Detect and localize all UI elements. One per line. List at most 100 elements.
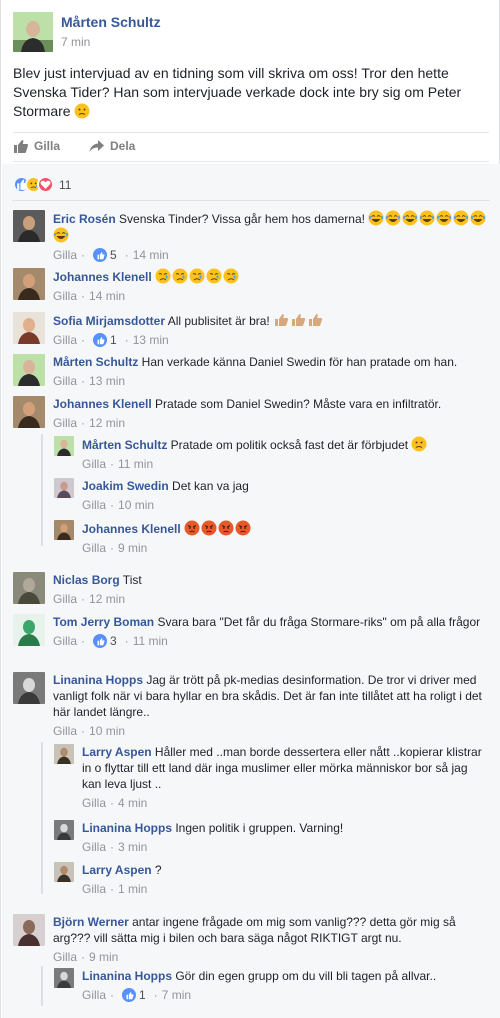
commenter-name[interactable]: Johannes Klenell [53,270,152,284]
reply-thread-line [41,966,43,1006]
commenter-name[interactable]: Niclas Borg [53,573,120,587]
comment-like-link[interactable]: Gilla [53,723,77,739]
comment-like-count[interactable]: 3 [93,633,117,649]
angry-emoji-icon [235,520,251,536]
commenter-avatar[interactable] [13,312,45,344]
commenter-avatar[interactable] [13,396,45,428]
comment-text: All publisitet är bra! [165,314,270,328]
comment-like-link[interactable]: Gilla [53,591,77,607]
commenter-name[interactable]: Larry Aspen [82,863,152,877]
separator-dot: · [81,724,86,738]
comment-like-link[interactable]: Gilla [82,881,106,897]
comment-meta: Gilla · 12 min [53,415,489,431]
commenter-name[interactable]: Joakim Swedin [82,479,169,493]
separator-dot: · [124,634,129,648]
commenter-name[interactable]: Tom Jerry Boman [53,615,154,629]
comment-like-link[interactable]: Gilla [82,839,106,855]
commenter-avatar[interactable] [13,354,45,386]
comment-meta: Gilla · 11 min [82,456,484,472]
commenter-name[interactable]: Larry Aspen [82,745,152,759]
comment-timestamp[interactable]: 12 min [89,591,125,607]
comment-timestamp[interactable]: 11 min [133,633,168,649]
comment-content: Mårten Schultz Pratade om politik också … [82,436,484,453]
post-author-name[interactable]: Mårten Schultz [61,14,161,30]
commenter-name[interactable]: Sofia Mirjamsdotter [53,314,165,328]
comment-like-link[interactable]: Gilla [53,247,77,263]
comment-timestamp[interactable]: 14 min [133,247,169,263]
commenter-avatar[interactable] [54,744,74,764]
cry-emoji-icon [189,268,205,284]
like-icon [93,333,108,347]
commenter-name[interactable]: Linanina Hopps [82,821,172,835]
separator-dot: · [110,498,115,512]
commenter-name[interactable]: Mårten Schultz [53,355,138,369]
worried-emoji-icon [411,436,427,452]
commenter-avatar[interactable] [13,210,45,242]
reactions-summary[interactable]: 11 [13,176,71,193]
post-timestamp[interactable]: 7 min [61,35,90,49]
commenter-avatar[interactable] [13,914,45,946]
comment-timestamp[interactable]: 10 min [118,497,154,513]
comment-like-link[interactable]: Gilla [82,456,106,472]
commenter-name[interactable]: Linanina Hopps [53,673,143,687]
post-author-avatar[interactable] [13,12,53,52]
comment-like-link[interactable]: Gilla [53,373,77,389]
reply-thread-line [41,434,43,546]
comment-content: Mårten Schultz Han verkade känna Daniel … [53,354,489,370]
commenter-avatar[interactable] [54,436,74,456]
comment-like-link[interactable]: Gilla [53,415,77,431]
comment-timestamp[interactable]: 3 min [118,839,147,855]
comment-timestamp[interactable]: 1 min [118,881,147,897]
like-button[interactable]: Gilla [13,139,60,153]
separator-dot: · [81,289,86,303]
comment-like-count[interactable]: 1 [93,332,117,348]
comment-timestamp[interactable]: 10 min [89,723,125,739]
commenter-name[interactable]: Johannes Klenell [53,397,152,411]
separator-dot: · [124,248,129,262]
comment-timestamp[interactable]: 7 min [162,987,191,1003]
separator-dot: · [81,416,86,430]
comment-timestamp[interactable]: 11 min [118,456,153,472]
comment-like-link[interactable]: Gilla [82,497,106,513]
commenter-avatar[interactable] [13,614,45,646]
reaction-count[interactable]: 11 [59,178,71,192]
comment-like-link[interactable]: Gilla [82,795,106,811]
comment-timestamp[interactable]: 14 min [89,288,125,304]
commenter-avatar[interactable] [54,862,74,882]
comment-like-link[interactable]: Gilla [53,949,77,965]
comment-timestamp[interactable]: 9 min [118,540,147,556]
comment-like-link[interactable]: Gilla [53,633,77,649]
commenter-name[interactable]: Linanina Hopps [82,969,172,983]
cry-emoji-icon [223,268,239,284]
comment-like-count[interactable]: 1 [122,987,146,1003]
comment-meta: Gilla · 4 min [82,795,484,811]
comment-timestamp[interactable]: 4 min [118,795,147,811]
comment-like-link[interactable]: Gilla [53,288,77,304]
comment-timestamp[interactable]: 13 min [89,373,125,389]
comment-content: Johannes Klenell [53,268,489,285]
comment-timestamp[interactable]: 12 min [89,415,125,431]
separator-dot: · [110,840,115,854]
comment-text: Svara bara "Det får du fråga Stormare-ri… [154,615,481,629]
share-button[interactable]: Dela [89,139,135,153]
comment-like-link[interactable]: Gilla [82,540,106,556]
commenter-name[interactable]: Johannes Klenell [82,522,181,536]
commenter-avatar[interactable] [54,478,74,498]
commenter-name[interactable]: Mårten Schultz [82,438,167,452]
comment-body: Linanina Hopps Jag är trött på pk-medias… [53,672,489,739]
commenter-avatar[interactable] [13,268,45,300]
comment-timestamp[interactable]: 13 min [133,332,169,348]
comment-like-link[interactable]: Gilla [82,987,106,1003]
commenter-name[interactable]: Björn Werner [53,915,129,929]
commenter-avatar[interactable] [13,572,45,604]
comment-like-link[interactable]: Gilla [53,332,77,348]
commenter-avatar[interactable] [54,520,74,540]
laugh-emoji-icon [402,210,418,226]
commenter-avatar[interactable] [54,820,74,840]
comment-like-count[interactable]: 5 [93,247,117,263]
comment-timestamp[interactable]: 9 min [89,949,118,965]
commenter-name[interactable]: Eric Rosén [53,212,116,226]
comment-meta: Gilla · 1 min [82,881,484,897]
commenter-avatar[interactable] [54,968,74,988]
commenter-avatar[interactable] [13,672,45,704]
